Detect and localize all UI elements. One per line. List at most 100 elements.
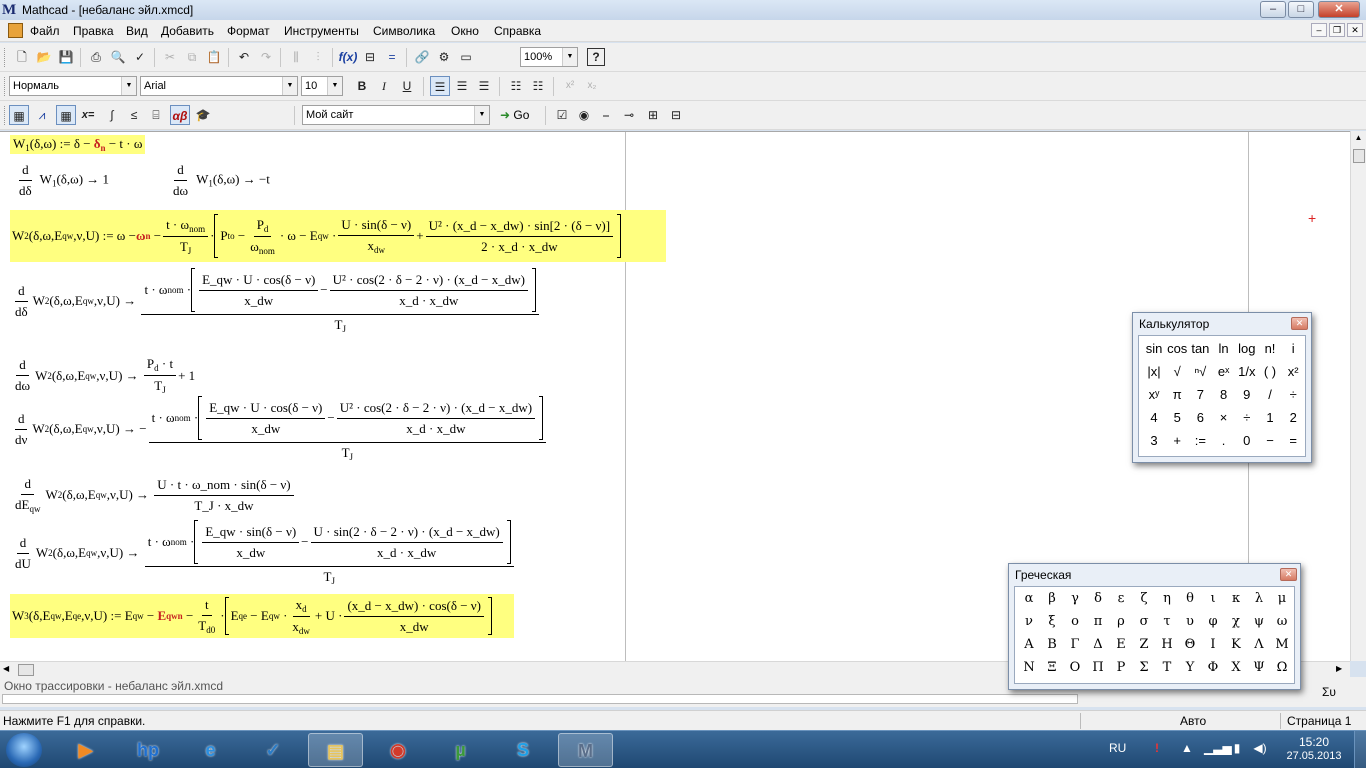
menu-symbolics[interactable]: Символика [373,24,435,38]
battery-icon[interactable]: ▮ [1230,741,1244,755]
scroll-up-icon[interactable]: ▲ [1351,133,1366,142]
font-select[interactable]: Arial ▼ [140,76,298,96]
italic-button[interactable]: I [374,76,394,96]
greek-letter-key[interactable]: Π [1087,660,1109,675]
copy-icon[interactable]: ⧉ [182,47,202,67]
align-down-icon[interactable]: ⫶ [308,47,328,67]
greek-letter-key[interactable]: κ [1225,591,1247,606]
menu-tools[interactable]: Инструменты [284,24,359,38]
network-icon[interactable]: ▁▃▅ [1204,741,1232,755]
insert-hyperlink-icon[interactable]: 🔗 [412,47,432,67]
close-icon[interactable]: ✕ [1291,317,1308,330]
document-icon[interactable] [8,23,23,38]
calculator-key[interactable]: ( ) [1259,364,1281,379]
greek-letter-key[interactable]: Η [1156,637,1178,652]
close-icon[interactable]: ✕ [1280,568,1297,581]
greek-letter-key[interactable]: ι [1202,591,1224,606]
calculator-key[interactable]: 0 [1236,433,1258,448]
alert-icon[interactable]: ! [1150,741,1164,755]
open-folder-icon[interactable]: 📂 [34,47,54,67]
calculator-key[interactable]: + [1166,433,1188,448]
derivative-w2-d-omega[interactable]: d dω W 2 (δ,ω,E qw ,ν,U) → Pd · t TJ + 1 [10,356,195,395]
symbolic-toolbar-icon[interactable]: 🎓 [193,105,213,125]
greek-letter-key[interactable]: χ [1225,614,1247,629]
greek-letter-key[interactable]: Ρ [1110,660,1132,675]
menu-insert[interactable]: Добавить [161,24,214,38]
toolbar-grip[interactable] [4,48,7,67]
calculator-key[interactable]: × [1213,410,1235,425]
greek-letter-key[interactable]: ν [1018,614,1040,629]
matrix-toolbar-icon[interactable]: ▦ [56,105,76,125]
subscript-button[interactable]: x₂ [582,76,602,96]
chrome-taskbar-icon[interactable]: ◉ [371,733,426,767]
calculator-key[interactable]: 4 [1143,410,1165,425]
greek-letter-key[interactable]: Β [1041,637,1063,652]
new-file-icon[interactable]: 🗋 [12,47,32,67]
redo-icon[interactable]: ↷ [256,47,276,67]
calculator-key[interactable]: 8 [1213,387,1235,402]
toolbar-grip[interactable] [4,106,7,125]
calculator-key[interactable]: x² [1282,364,1304,379]
scroll-left-icon[interactable]: ◀ [3,664,9,673]
greek-letter-key[interactable]: η [1156,591,1178,606]
calculator-key[interactable]: 1 [1259,410,1281,425]
derivative-w1-d-omega[interactable]: d dω W1(δ,ω) → −t [168,162,270,199]
greek-letter-key[interactable]: Γ [1064,637,1086,652]
calculus-toolbar-icon[interactable]: ∫ [102,105,122,125]
greek-letter-key[interactable]: θ [1179,591,1201,606]
greek-letter-key[interactable]: Μ [1271,637,1293,652]
align-across-icon[interactable]: ⫼ [286,47,306,67]
derivative-w1-d-delta[interactable]: d dδ W1(δ,ω) → 1 [14,162,109,199]
chevron-down-icon[interactable]: ▼ [562,48,577,66]
greek-letter-key[interactable]: δ [1087,591,1109,606]
superscript-button[interactable]: x² [560,76,580,96]
underline-button[interactable]: U [397,76,417,96]
insert-unit-icon[interactable]: ⊟ [360,47,380,67]
menu-file[interactable]: Файл [30,24,60,38]
clock-time[interactable]: 15:20 [1286,735,1342,749]
calculator-key[interactable]: ⁿ√ [1189,364,1211,379]
greek-letter-key[interactable]: φ [1202,614,1224,629]
bullet-list-icon[interactable]: ☷ [506,76,526,96]
utorrent-taskbar-icon[interactable]: µ [433,733,488,767]
derivative-w2-d-delta[interactable]: d dδ W 2 (δ,ω,E qw ,ν,U) → t · ω nom · E_qw · … [10,268,541,334]
calculator-key[interactable]: 6 [1189,410,1211,425]
calculator-key[interactable]: 7 [1189,387,1211,402]
greek-letter-key[interactable]: Θ [1179,637,1201,652]
calculator-key[interactable]: eˣ [1213,364,1235,379]
calculator-key[interactable]: √ [1166,364,1188,379]
slider-control-icon[interactable]: ⊸ [619,105,639,125]
trace-output[interactable] [2,694,1078,704]
greek-letter-key[interactable]: Χ [1225,660,1247,675]
calculator-key[interactable]: sin [1143,341,1165,356]
menu-format[interactable]: Формат [227,24,270,38]
font-size-select[interactable]: 10 ▼ [301,76,343,96]
site-select[interactable]: Мой сайт ▼ [302,105,490,125]
listbox-control-icon[interactable]: ⊟ [666,105,686,125]
print-preview-icon[interactable]: 🔍 [108,47,128,67]
graph-toolbar-icon[interactable]: ⩘ [32,105,52,125]
calculator-key[interactable]: log [1236,341,1258,356]
insert-function-icon[interactable]: f(x) [338,47,358,67]
calculator-key[interactable]: 3 [1143,433,1165,448]
calculator-key[interactable]: = [1282,433,1304,448]
chevron-down-icon[interactable]: ▼ [121,77,136,95]
equation-w2-definition[interactable]: W 2 (δ,ω,E qw ,ν,U) := ω − ωn − t · ωnom TJ ·… [10,210,666,262]
mathcad-taskbar-icon[interactable]: M [558,733,613,767]
calculator-key[interactable]: . [1213,433,1235,448]
greek-letter-key[interactable]: β [1041,591,1063,606]
evaluation-toolbar-icon[interactable]: x= [78,105,98,125]
cut-icon[interactable]: ✂ [160,47,180,67]
greek-letter-key[interactable]: Φ [1202,660,1224,675]
symbolic-icon[interactable]: Συ [1322,685,1336,699]
chevron-down-icon[interactable]: ▼ [474,106,489,124]
doc-minimize-button[interactable]: – [1311,23,1327,37]
greek-letter-key[interactable]: σ [1133,614,1155,629]
programming-toolbar-icon[interactable]: ⌸ [146,105,166,125]
skype-taskbar-icon[interactable]: S [496,733,551,767]
undo-icon[interactable]: ↶ [234,47,254,67]
greek-letter-key[interactable]: α [1018,591,1040,606]
calculator-key[interactable]: tan [1189,341,1211,356]
calculator-key[interactable]: cos [1166,341,1188,356]
chevron-down-icon[interactable]: ▼ [282,77,297,95]
